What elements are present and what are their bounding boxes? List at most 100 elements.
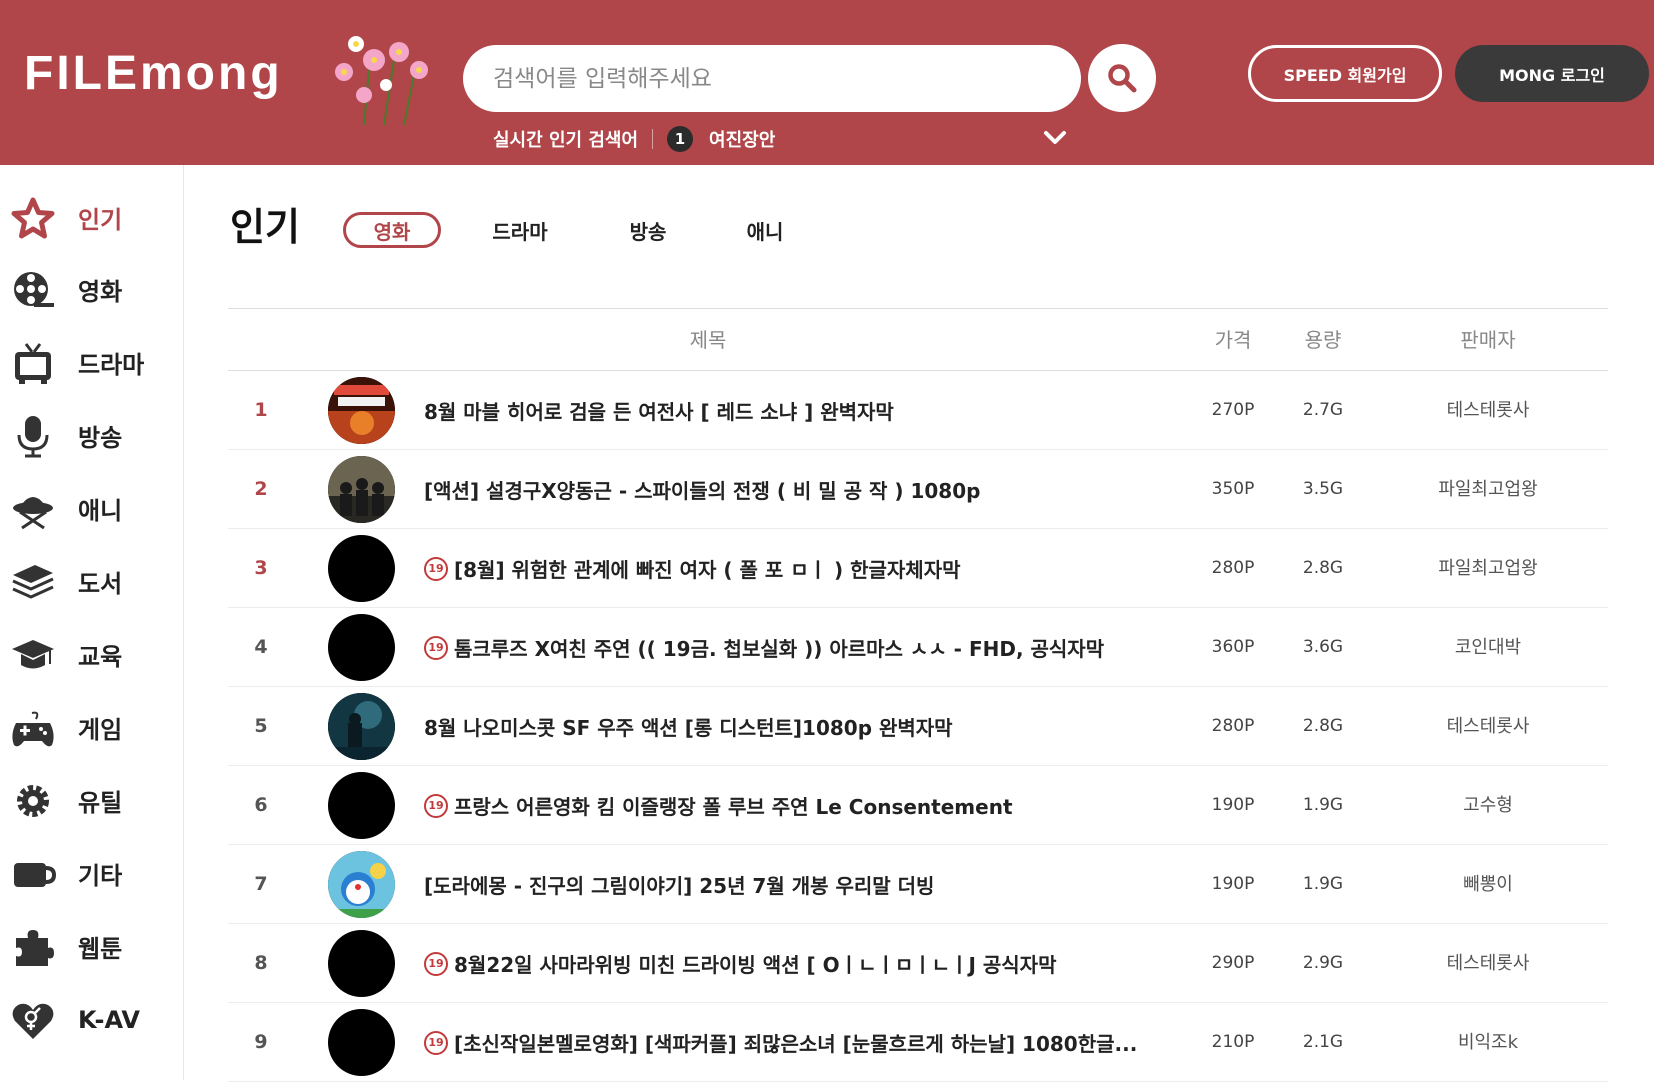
thumbnail-image[interactable] [328, 693, 395, 760]
popular-label: 실시간 인기 검색어 [493, 130, 639, 151]
thumbnail-image[interactable] [328, 535, 395, 602]
search-box [463, 45, 1081, 112]
sidebar-item-game[interactable]: 게임 [0, 691, 184, 764]
item-seller[interactable]: 테스테롯사 [1408, 924, 1568, 1003]
item-seller[interactable]: 파일최고업왕 [1408, 529, 1568, 608]
realtime-popular-bar: 실시간 인기 검색어 1 여진장안 [493, 124, 775, 154]
item-seller[interactable]: 테스테롯사 [1408, 687, 1568, 766]
sidebar-label: 유틸 [78, 789, 123, 817]
item-title-link[interactable]: 19 톰크루즈 X여친 주연 (( 19금. 첩보실화 )) 아르마스 ㅅㅅ - … [424, 608, 1164, 687]
item-price: 190P [1211, 795, 1255, 815]
item-seller[interactable]: 코인대박 [1408, 608, 1568, 687]
item-title-link[interactable]: 8월 마블 히어로 검을 든 여전사 [ 레드 소냐 ] 완벽자막 [424, 371, 1164, 450]
item-title-link[interactable]: 19 [초신작일본멜로영화] [색파커플] 죄많은소녀 [눈물흐르게 하는날] 1… [424, 1003, 1164, 1082]
item-price: 290P [1211, 953, 1255, 973]
item-price: 280P [1211, 558, 1255, 578]
site-logo[interactable]: FILEmong [24, 30, 428, 130]
sidebar-item-kav[interactable]: K-AV [0, 983, 184, 1056]
star-icon [11, 197, 55, 239]
item-title-link[interactable]: 8월 나오미스콧 SF 우주 액션 [롱 디스턴트]1080p 완벽자막 [424, 687, 1164, 766]
popular-rank-badge: 1 [667, 126, 694, 152]
sidebar-item-webtoon[interactable]: 웹툰 [0, 910, 184, 983]
table-row[interactable]: 8 19 8월22일 사마라위빙 미친 드라이빙 액션 [ OㅣㄴㅣㅁㅣㄴㅣJ 공식… [228, 924, 1608, 1003]
thumbnail-image[interactable] [328, 456, 395, 523]
item-title-text: 톰크루즈 X여친 주연 (( 19금. 첩보실화 )) 아르마스 ㅅㅅ - FH… [454, 637, 1105, 661]
item-seller[interactable]: 비익조k [1408, 1003, 1568, 1082]
thumbnail-image[interactable] [328, 772, 395, 839]
signup-button[interactable]: SPEED 회원가입 [1248, 45, 1442, 102]
sidebar-item-popular[interactable]: 인기 [0, 181, 184, 254]
item-title-text: [8월] 위험한 관계에 빠진 여자 ( 폴 포 ㅁㅣ ) 한글자체자막 [454, 558, 961, 582]
search-button[interactable] [1088, 44, 1156, 112]
sidebar-item-anime[interactable]: 애니 [0, 472, 184, 545]
rank-number: 9 [254, 1031, 268, 1053]
sidebar-item-education[interactable]: 교육 [0, 618, 184, 691]
login-button[interactable]: MONG 로그인 [1455, 45, 1649, 102]
item-seller[interactable]: 파일최고업왕 [1408, 450, 1568, 529]
item-seller[interactable]: 빼뽕이 [1408, 845, 1568, 924]
item-title-link[interactable]: 19 프랑스 어른영화 킴 이즐랭장 폴 루브 주연 Le Consentemen… [424, 766, 1164, 845]
tab-movie[interactable]: 영화 [343, 212, 441, 248]
chevron-down-icon[interactable] [1042, 126, 1068, 150]
search-icon [1108, 64, 1137, 93]
sidebar-item-drama[interactable]: 드라마 [0, 326, 184, 399]
thumbnail-image[interactable] [328, 930, 395, 997]
adult-19-badge-icon: 19 [424, 1030, 448, 1055]
sidebar-item-etc[interactable]: 기타 [0, 837, 184, 910]
item-size: 2.7G [1302, 400, 1344, 420]
item-price: 210P [1211, 1032, 1255, 1052]
item-size: 3.5G [1302, 479, 1344, 499]
item-size: 1.9G [1302, 874, 1344, 894]
table-row[interactable]: 6 19 프랑스 어른영화 킴 이즐랭장 폴 루브 주연 Le Consenteme… [228, 766, 1608, 845]
search-input[interactable] [493, 45, 1053, 112]
sidebar-item-books[interactable]: 도서 [0, 545, 184, 618]
column-title: 제목 [689, 328, 727, 352]
table-header: 제목 가격 용량 판매자 [228, 309, 1608, 371]
gear-icon [17, 785, 49, 817]
table-row[interactable]: 2 [액션] 설경구X양동근 - 스파이들의 전쟁 ( 비 밀 공 작 ) 108… [228, 450, 1608, 529]
tab-anime[interactable]: 애니 [725, 212, 805, 248]
item-seller[interactable]: 테스테롯사 [1408, 371, 1568, 450]
sidebar-label: 도서 [78, 570, 123, 598]
item-title-link[interactable]: [액션] 설경구X양동근 - 스파이들의 전쟁 ( 비 밀 공 작 ) 1080… [424, 450, 1164, 529]
film-reel-icon [14, 272, 54, 307]
item-title-link[interactable]: 19 8월22일 사마라위빙 미친 드라이빙 액션 [ OㅣㄴㅣㅁㅣㄴㅣJ 공식자… [424, 924, 1164, 1003]
thumbnail-image[interactable] [328, 851, 395, 918]
item-price: 190P [1211, 874, 1255, 894]
table-row[interactable]: 5 8월 나오미스콧 SF 우주 액션 [롱 디스턴트]1080p 완벽자막 280… [228, 687, 1608, 766]
sidebar-item-movie[interactable]: 영화 [0, 253, 184, 326]
sidebar-label: K-AV [78, 1005, 140, 1034]
sidebar-item-broadcast[interactable]: 방송 [0, 399, 184, 472]
sidebar-label: 게임 [78, 716, 123, 744]
table-row[interactable]: 4 19 톰크루즈 X여친 주연 (( 19금. 첩보실화 )) 아르마스 ㅅㅅ -… [228, 608, 1608, 687]
column-seller: 판매자 [1460, 328, 1516, 352]
popular-keyword-link[interactable]: 여진장안 [709, 126, 775, 152]
sidebar-label: 웹툰 [78, 935, 123, 963]
tab-drama[interactable]: 드라마 [470, 212, 570, 248]
adult-19-badge-icon: 19 [424, 635, 448, 660]
item-title-link[interactable]: [도라에몽 - 진구의 그림이야기] 25년 7월 개봉 우리말 더빙 [424, 845, 1164, 924]
sidebar-label: 방송 [78, 424, 123, 452]
item-title-link[interactable]: 19 [8월] 위험한 관계에 빠진 여자 ( 폴 포 ㅁㅣ ) 한글자체자막 [424, 529, 1164, 608]
item-title-text: 8월22일 사마라위빙 미친 드라이빙 액션 [ OㅣㄴㅣㅁㅣㄴㅣJ 공식자막 [454, 953, 1057, 977]
thumbnail-image[interactable] [328, 1009, 395, 1076]
item-size: 1.9G [1302, 795, 1344, 815]
page-title: 인기 [230, 205, 300, 249]
table-row[interactable]: 9 19 [초신작일본멜로영화] [색파커플] 죄많은소녀 [눈물흐르게 하는날] … [228, 1003, 1608, 1082]
item-title-text: 8월 마블 히어로 검을 든 여전사 [ 레드 소냐 ] 완벽자막 [424, 400, 894, 424]
sidebar-label: 드라마 [78, 351, 145, 379]
gamepad-icon [12, 711, 54, 747]
tab-broadcast[interactable]: 방송 [608, 212, 688, 248]
item-seller[interactable]: 고수형 [1408, 766, 1568, 845]
table-body: 1 8월 마블 히어로 검을 든 여전사 [ 레드 소냐 ] 완벽자막 270P 2.… [228, 371, 1608, 1082]
sidebar-label: 기타 [78, 862, 123, 890]
table-row[interactable]: 1 8월 마블 히어로 검을 든 여전사 [ 레드 소냐 ] 완벽자막 270P 2.… [228, 371, 1608, 450]
sidebar-label: 인기 [78, 206, 123, 234]
table-row[interactable]: 7 [도라에몽 - 진구의 그림이야기] 25년 7월 개봉 우리말 더빙 190P… [228, 845, 1608, 924]
table-row[interactable]: 3 19 [8월] 위험한 관계에 빠진 여자 ( 폴 포 ㅁㅣ ) 한글자체자막 2… [228, 529, 1608, 608]
sidebar-item-utility[interactable]: 유틸 [0, 764, 184, 837]
adult-19-badge-icon: 19 [424, 793, 448, 818]
category-sidebar: 인기 영화 드라마 방송 애니 도서 교육 게임 유틸 기타 웹툰 K-AV [0, 165, 184, 1080]
thumbnail-image[interactable] [328, 614, 395, 681]
thumbnail-image[interactable] [328, 377, 395, 444]
